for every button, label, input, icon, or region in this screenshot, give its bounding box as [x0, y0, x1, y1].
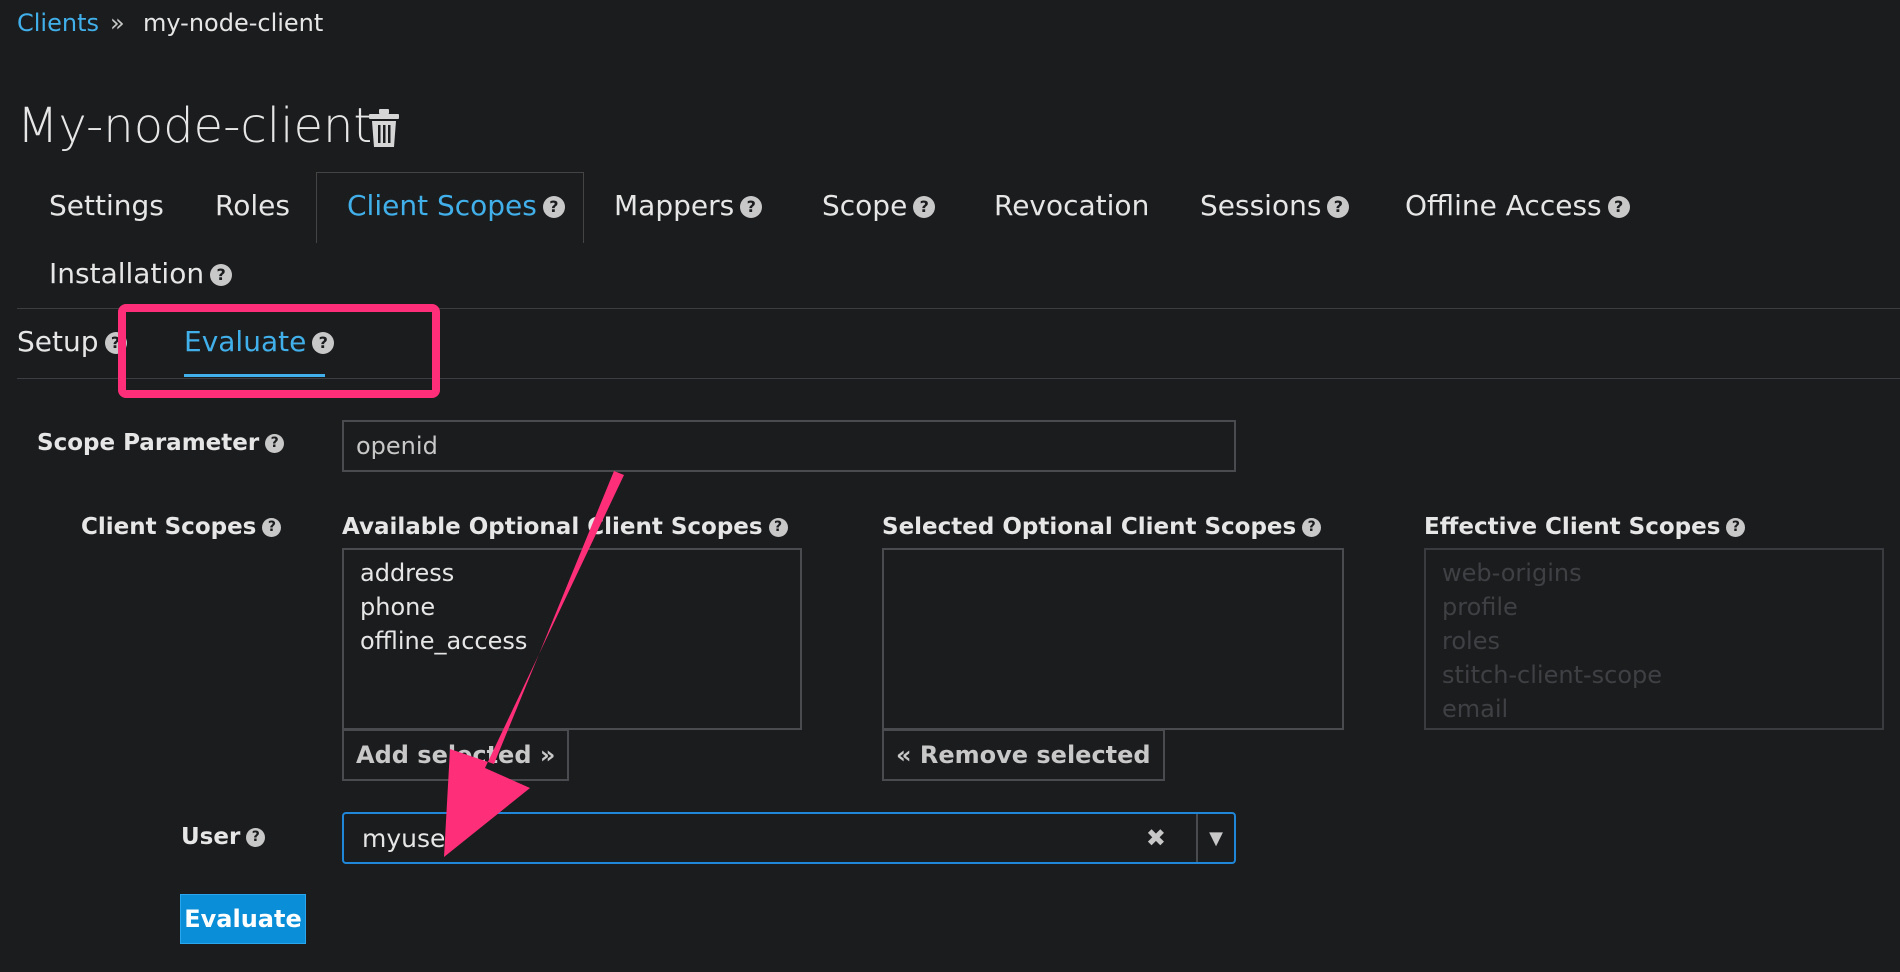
tab-installation[interactable]: Installation?	[49, 257, 233, 290]
trash-icon[interactable]	[368, 108, 400, 148]
user-select[interactable]: myuser ✖ ▼	[342, 812, 1236, 864]
help-icon[interactable]: ?	[262, 518, 282, 537]
list-item: web-origins	[1442, 559, 1582, 587]
tab-mappers[interactable]: Mappers?	[614, 189, 763, 222]
scope-parameter-input[interactable]: openid	[342, 420, 1236, 472]
list-item[interactable]: offline_access	[360, 624, 784, 658]
page-title: My-node-client	[17, 98, 373, 154]
subtab-setup-label: Setup	[17, 325, 99, 358]
tab-installation-label: Installation	[49, 257, 205, 290]
help-icon[interactable]: ?	[740, 196, 763, 218]
chevron-down-icon[interactable]: ▼	[1196, 814, 1234, 862]
tab-scope-label: Scope	[822, 189, 908, 222]
list-item: email	[1442, 695, 1509, 723]
selected-scopes-list[interactable]	[882, 548, 1344, 730]
list-item: profile	[1442, 593, 1518, 621]
tab-revocation-label: Revocation	[994, 189, 1150, 222]
help-icon[interactable]: ?	[1607, 196, 1630, 218]
tab-client-scopes[interactable]: Client Scopes?	[347, 189, 565, 222]
tab-offline-access-label: Offline Access	[1405, 189, 1602, 222]
tab-sessions[interactable]: Sessions?	[1200, 189, 1350, 222]
evaluate-button[interactable]: Evaluate	[180, 894, 306, 944]
list-item[interactable]: phone	[360, 590, 784, 624]
available-scopes-list[interactable]: address phone offline_access	[342, 548, 802, 730]
scope-parameter-value: openid	[356, 432, 438, 460]
help-icon[interactable]: ?	[913, 196, 936, 218]
breadcrumb-separator: »	[110, 9, 125, 37]
user-select-value: myuser	[362, 824, 456, 853]
tab-roles-label: Roles	[215, 189, 290, 222]
help-icon[interactable]: ?	[1302, 518, 1322, 537]
user-label: User?	[181, 824, 266, 850]
effective-scopes-title: Effective Client Scopes?	[1424, 514, 1746, 540]
help-icon[interactable]: ?	[1726, 518, 1746, 537]
effective-scopes-list: web-origins profile roles stitch-client-…	[1424, 548, 1884, 730]
breadcrumb-clients-link[interactable]: Clients	[17, 9, 99, 37]
help-icon[interactable]: ?	[542, 196, 565, 218]
add-selected-button[interactable]: Add selected »	[342, 729, 570, 781]
tab-client-scopes-label: Client Scopes	[347, 189, 537, 222]
remove-selected-button[interactable]: « Remove selected	[882, 729, 1165, 781]
tab-roles[interactable]: Roles	[215, 189, 290, 222]
breadcrumb-current: my-node-client	[143, 9, 324, 37]
tab-scope[interactable]: Scope?	[822, 189, 936, 222]
selected-scopes-title: Selected Optional Client Scopes?	[882, 514, 1322, 540]
list-item: stitch-client-scope	[1442, 661, 1663, 689]
available-scopes-title: Available Optional Client Scopes?	[342, 514, 788, 540]
highlight-box	[118, 304, 440, 398]
tab-revocation[interactable]: Revocation	[994, 189, 1149, 222]
tab-settings[interactable]: Settings	[49, 189, 164, 222]
tab-sessions-label: Sessions	[1200, 189, 1322, 222]
help-icon[interactable]: ?	[768, 518, 788, 537]
help-icon[interactable]: ?	[210, 264, 233, 286]
tab-mappers-label: Mappers	[614, 189, 735, 222]
help-icon[interactable]: ?	[246, 828, 266, 847]
list-item: roles	[1442, 627, 1500, 655]
subtab-setup[interactable]: Setup?	[17, 325, 127, 358]
client-scopes-label: Client Scopes?	[81, 514, 282, 540]
clear-icon[interactable]: ✖	[1146, 824, 1166, 852]
list-item[interactable]: address	[360, 556, 784, 590]
help-icon[interactable]: ?	[265, 434, 285, 453]
tab-offline-access[interactable]: Offline Access?	[1405, 189, 1630, 222]
scope-parameter-label: Scope Parameter?	[37, 430, 285, 456]
help-icon[interactable]: ?	[1327, 196, 1350, 218]
tab-settings-label: Settings	[49, 189, 164, 222]
